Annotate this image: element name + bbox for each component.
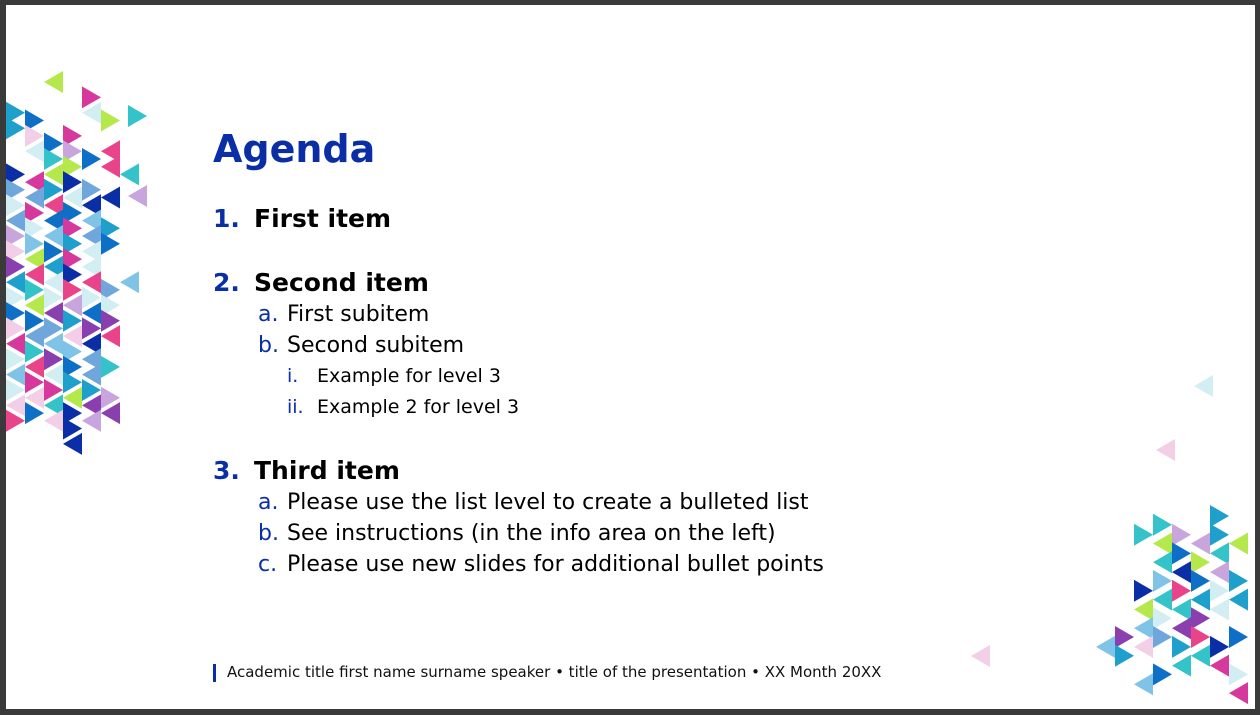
- deco-triangle: [1191, 569, 1210, 592]
- deco-triangle: [1153, 588, 1172, 611]
- deco-triangle: [1115, 626, 1134, 648]
- deco-triangle: [1194, 375, 1213, 397]
- agenda-subitem: b. See instructions (in the info area on…: [213, 518, 1113, 549]
- deco-triangle: [1172, 617, 1191, 640]
- deco-triangle: [1172, 542, 1191, 565]
- deco-triangle: [128, 105, 147, 127]
- deco-triangle: [1172, 579, 1191, 602]
- deco-triangle: [1153, 513, 1172, 536]
- subitem-letter: b.: [258, 333, 279, 358]
- subitem-label: Please use the list level to create a bu…: [287, 490, 809, 515]
- deco-triangle: [1229, 588, 1248, 611]
- deco-triangle: [1172, 654, 1191, 677]
- deco-triangle: [1153, 663, 1172, 686]
- deco-triangle: [1115, 644, 1134, 667]
- item-label: First item: [254, 204, 392, 233]
- subitem-letter: b.: [258, 521, 279, 546]
- slide-footer: Academic title first name surname speake…: [213, 663, 882, 682]
- subitem-label: Second subitem: [287, 333, 465, 358]
- deco-triangle: [971, 645, 990, 667]
- slide-title: Agenda: [213, 127, 376, 171]
- deco-triangle: [1210, 523, 1229, 546]
- agenda-item: 3. Third item: [213, 455, 1113, 487]
- deco-triangle: [1156, 439, 1175, 461]
- deco-triangle: [82, 148, 101, 170]
- agenda-subitem: a. Please use the list level to create a…: [213, 487, 1113, 518]
- subitem-letter: a.: [258, 302, 279, 327]
- subsubitem-numeral: ii.: [287, 396, 304, 418]
- footer-accent-bar: [213, 664, 216, 682]
- deco-triangle: [1153, 551, 1172, 574]
- deco-triangle: [1134, 579, 1153, 602]
- deco-triangle: [1191, 626, 1210, 648]
- deco-triangle: [1172, 635, 1191, 658]
- subitem-label: See instructions (in the info area on th…: [287, 521, 776, 546]
- deco-triangle: [101, 155, 120, 178]
- deco-triangle: [1172, 598, 1191, 621]
- item-number: 2.: [213, 268, 240, 297]
- deco-triangle: [1191, 532, 1210, 555]
- subitem-letter: c.: [258, 552, 278, 577]
- deco-triangle: [1134, 635, 1153, 658]
- deco-triangle: [1191, 588, 1210, 611]
- deco-triangle: [1191, 607, 1210, 630]
- deco-triangle: [1210, 654, 1229, 677]
- deco-triangle: [1210, 561, 1229, 584]
- deco-triangle: [82, 409, 101, 432]
- deco-triangle: [1229, 569, 1248, 592]
- slide: Agenda 1. First item 2. Second item a. F…: [6, 5, 1255, 709]
- deco-triangle: [1191, 644, 1210, 667]
- agenda-subitem: c. Please use new slides for additional …: [213, 549, 1113, 580]
- deco-triangle: [44, 409, 63, 432]
- deco-triangle: [1210, 579, 1229, 602]
- deco-triangle: [120, 271, 139, 294]
- deco-triangle: [1210, 542, 1229, 565]
- subsubitem-label: Example 2 for level 3: [317, 396, 520, 418]
- subitem-letter: a.: [258, 490, 279, 515]
- deco-triangle: [1134, 598, 1153, 621]
- item-label: Third item: [254, 456, 400, 485]
- subitem-label: Please use new slides for additional bul…: [287, 552, 824, 577]
- item-number: 1.: [213, 204, 240, 233]
- deco-triangle: [1134, 523, 1153, 546]
- deco-triangle: [1229, 663, 1248, 686]
- agenda-list: 1. First item 2. Second item a. First su…: [213, 203, 1113, 580]
- deco-triangle: [1210, 505, 1229, 527]
- deco-triangle: [1096, 635, 1115, 658]
- deco-triangle: [101, 109, 120, 132]
- deco-triangle: [120, 163, 139, 186]
- agenda-item: 1. First item: [213, 203, 1113, 235]
- deco-triangle: [1172, 561, 1191, 584]
- subsubitem-label: Example for level 3: [317, 365, 501, 387]
- agenda-item: 2. Second item: [213, 267, 1113, 299]
- deco-triangle: [1210, 598, 1229, 621]
- deco-triangle: [6, 117, 25, 140]
- deco-triangle: [101, 355, 120, 378]
- deco-triangle: [1229, 532, 1248, 555]
- item-number: 3.: [213, 456, 240, 485]
- deco-triangle: [1134, 673, 1153, 696]
- deco-triangle: [1153, 569, 1172, 592]
- deco-triangle: [1229, 626, 1248, 648]
- deco-triangle: [1153, 532, 1172, 555]
- deco-triangle: [1153, 626, 1172, 648]
- item-label: Second item: [254, 268, 429, 297]
- agenda-subitem: b. Second subitem: [213, 330, 1113, 361]
- deco-triangle: [1153, 607, 1172, 630]
- deco-triangle: [101, 186, 120, 209]
- agenda-subitem: a. First subitem: [213, 299, 1113, 330]
- subsubitem-numeral: i.: [287, 365, 299, 387]
- deco-triangle: [1172, 523, 1191, 546]
- deco-triangle: [128, 185, 147, 207]
- deco-triangle: [1134, 617, 1153, 640]
- deco-triangle: [1210, 635, 1229, 658]
- subitem-label: First subitem: [287, 302, 430, 327]
- deco-triangle: [1229, 682, 1248, 705]
- deco-triangle: [1191, 551, 1210, 574]
- agenda-subsubitem: i. Example for level 3: [213, 361, 1113, 392]
- footer-text: Academic title first name surname speake…: [227, 663, 882, 681]
- agenda-subsubitem: ii. Example 2 for level 3: [213, 392, 1113, 423]
- deco-triangle: [44, 71, 63, 93]
- deco-triangle: [101, 232, 120, 255]
